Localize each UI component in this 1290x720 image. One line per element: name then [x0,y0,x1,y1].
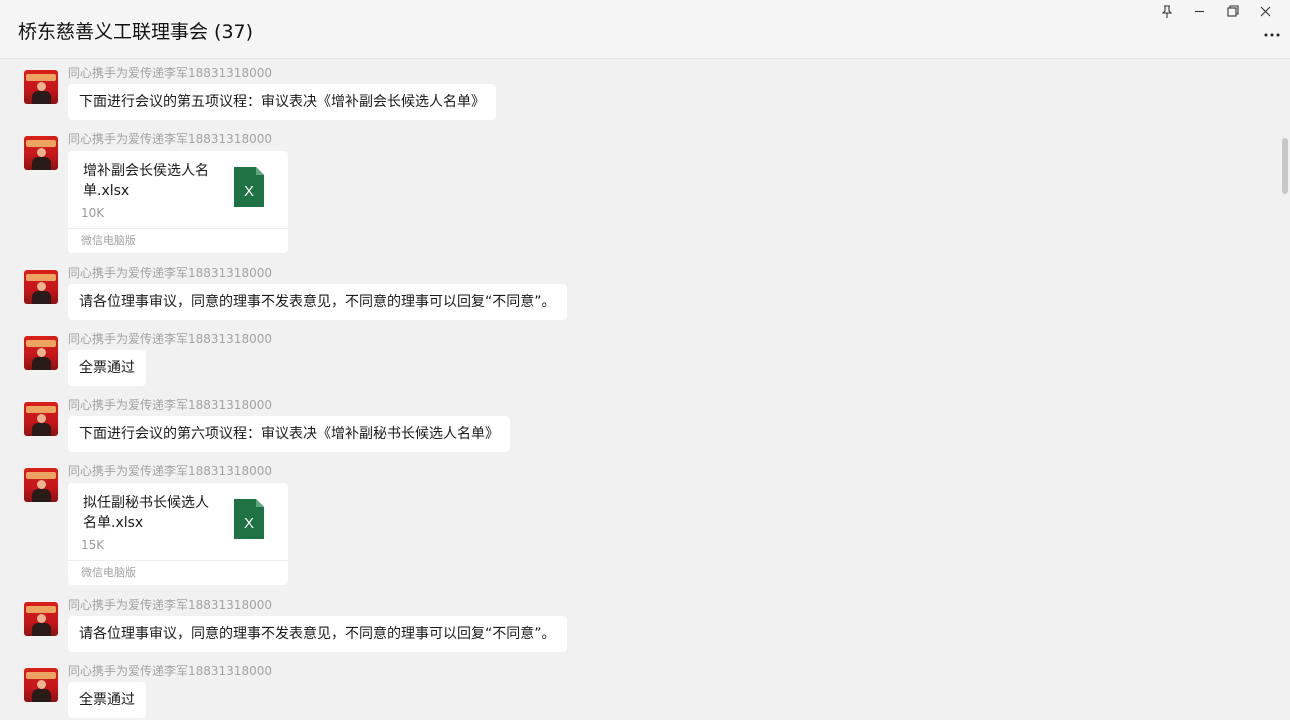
sender-name: 同心携手为爱传递李军18831318000 [68,66,272,80]
message-list[interactable]: 同心携手为爱传递李军18831318000 下面进行会议的第五项议程：审议表决《… [0,60,1280,720]
excel-letter: X [244,183,254,200]
close-icon[interactable] [1249,0,1282,22]
avatar[interactable] [24,602,58,636]
file-name: 拟任副秘书长候选人名单.xlsx [83,495,209,531]
excel-file-icon: X [234,499,264,539]
sender-name: 同心携手为爱传递李军18831318000 [68,664,272,678]
window-controls [1150,0,1282,22]
sender-name: 同心携手为爱传递李军18831318000 [68,266,272,280]
file-size: 15K [81,538,105,552]
chat-title: 桥东慈善义工联理事会 (37) [18,21,254,43]
avatar[interactable] [24,336,58,370]
avatar[interactable] [24,70,58,104]
text-message[interactable]: 下面进行会议的第五项议程：审议表决《增补副会长候选人名单》 [68,84,496,120]
file-message[interactable]: 拟任副秘书长候选人名单.xlsx 15K X 微信电脑版 [68,483,288,585]
more-icon[interactable] [1262,25,1282,45]
avatar[interactable] [24,136,58,170]
restore-icon[interactable] [1216,0,1249,22]
excel-file-icon: X [234,167,264,207]
text-message[interactable]: 全票通过 [68,350,146,386]
text-message[interactable]: 请各位理事审议，同意的理事不发表意见，不同意的理事可以回复“不同意”。 [68,616,567,652]
file-source: 微信电脑版 [68,228,288,253]
sender-name: 同心携手为爱传递李军18831318000 [68,598,272,612]
avatar[interactable] [24,270,58,304]
sender-name: 同心携手为爱传递李军18831318000 [68,398,272,412]
scrollbar[interactable] [1280,60,1290,720]
file-message[interactable]: 增补副会长侯选人名单.xlsx 10K X 微信电脑版 [68,151,288,253]
scrollbar-thumb[interactable] [1282,138,1288,194]
avatar[interactable] [24,468,58,502]
file-source: 微信电脑版 [68,560,288,585]
sender-name: 同心携手为爱传递李军18831318000 [68,332,272,346]
sender-name: 同心携手为爱传递李军18831318000 [68,464,272,478]
minimize-icon[interactable] [1183,0,1216,22]
chat-header: 桥东慈善义工联理事会 (37) [0,0,1290,59]
avatar[interactable] [24,402,58,436]
file-size: 10K [81,206,105,220]
excel-letter: X [244,515,254,532]
pin-icon[interactable] [1150,0,1183,22]
avatar[interactable] [24,668,58,702]
sender-name: 同心携手为爱传递李军18831318000 [68,132,272,146]
text-message[interactable]: 下面进行会议的第六项议程：审议表决《增补副秘书长候选人名单》 [68,416,510,452]
file-name: 增补副会长侯选人名单.xlsx [83,163,209,199]
text-message[interactable]: 请各位理事审议，同意的理事不发表意见，不同意的理事可以回复“不同意”。 [68,284,567,320]
text-message[interactable]: 全票通过 [68,682,146,718]
